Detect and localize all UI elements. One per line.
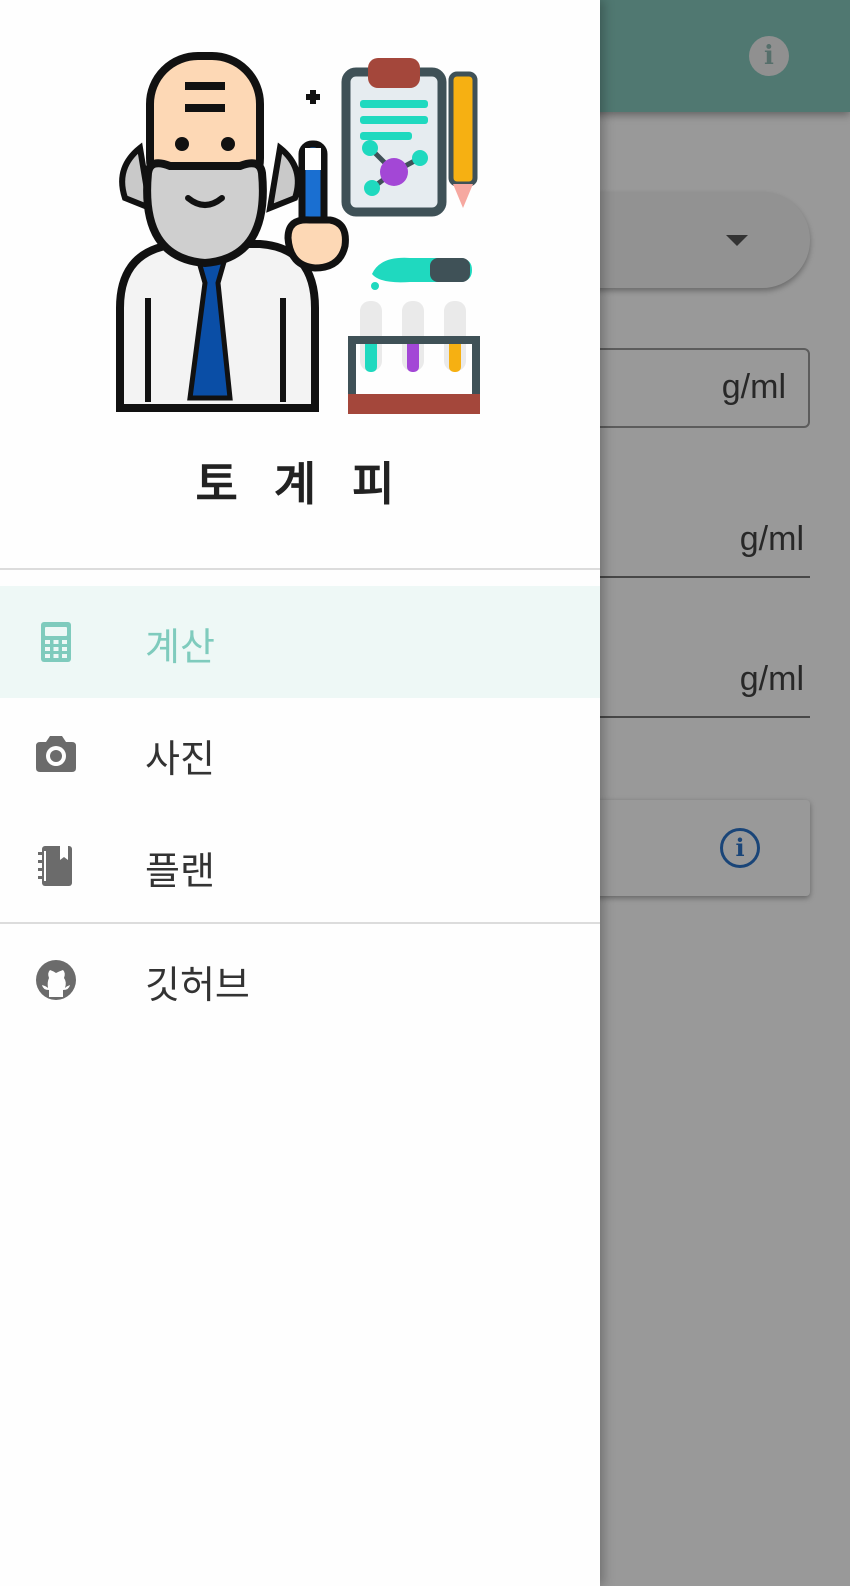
github-icon xyxy=(36,960,76,1000)
camera-icon xyxy=(36,736,76,772)
nav-label: 계산 xyxy=(145,625,215,669)
drawer-title: 토 계 피 xyxy=(195,457,405,511)
nav-item-github[interactable]: 깃허브 xyxy=(0,924,600,1036)
nav-label: 사진 xyxy=(145,737,215,781)
nav-item-plan[interactable]: 플랜 xyxy=(0,810,600,922)
nav-label: 플랜 xyxy=(145,849,215,893)
nav-item-photo[interactable]: 사진 xyxy=(0,698,600,810)
divider xyxy=(0,568,600,570)
calculator-icon xyxy=(41,622,71,662)
navigation-drawer: 토 계 피 계산 사진 플랜 깃허브 xyxy=(0,0,600,1586)
nav-label: 깃허브 xyxy=(145,963,250,1007)
notebook-icon xyxy=(38,846,72,886)
scientist-logo-icon xyxy=(116,52,480,414)
nav-item-calculate[interactable]: 계산 xyxy=(0,586,600,698)
